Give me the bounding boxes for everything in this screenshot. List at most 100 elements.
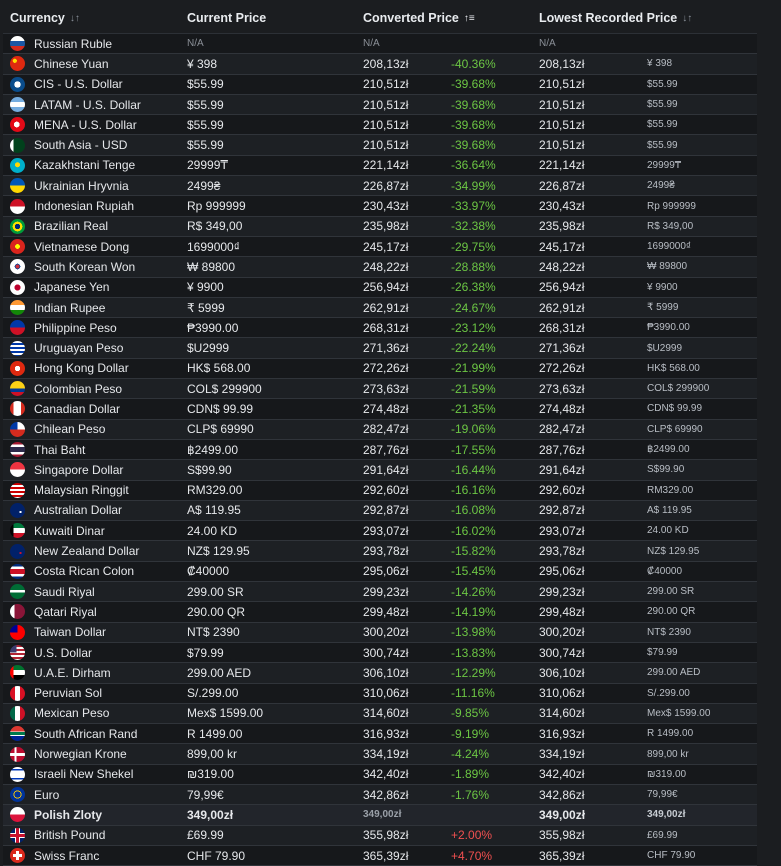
price-difference: -39.68% <box>451 97 496 112</box>
lowest-recorded-original-price: 299.00 AED <box>647 667 701 679</box>
lowest-recorded-price: 287,76zł <box>539 442 585 457</box>
lowest-recorded-price: 256,94zł <box>539 280 585 295</box>
currency-cell: New Zealand Dollar <box>3 543 183 559</box>
lowest-recorded-price-column-header[interactable]: Lowest Recorded Price ↓↑ <box>535 11 757 25</box>
converted-price: 292,60zł <box>363 483 409 498</box>
lowest-recorded-original-price: ₹ 5999 <box>647 302 679 313</box>
price-difference: -26.38% <box>451 280 496 295</box>
current-price-column-header[interactable]: Current Price <box>183 11 359 25</box>
flag-ca-icon <box>10 401 25 417</box>
converted-price: 256,94zł <box>363 280 409 295</box>
price-difference: -13.98% <box>451 625 496 640</box>
converted-price: 292,87zł <box>363 503 409 518</box>
lowest-recorded-price: 334,19zł <box>539 747 585 762</box>
current-price: 299.00 SR <box>187 584 244 599</box>
flag-cr-icon <box>10 563 25 579</box>
lowest-recorded-original-price: HK$ 568.00 <box>647 362 700 374</box>
lowest-recorded-price: 299,48zł <box>539 604 585 619</box>
currency-cell: Peruvian Sol <box>3 685 183 701</box>
currency-name: Mexican Peso <box>34 706 110 721</box>
sort-icon[interactable]: ↓↑ <box>682 13 692 24</box>
lowest-recorded-original-price: COL$ 299900 <box>647 383 710 395</box>
currency-column-header[interactable]: Currency ↓↑ <box>3 11 183 25</box>
price-difference: -1.89% <box>451 767 490 782</box>
converted-price: 349,00zł <box>363 809 402 821</box>
current-price: 79,99€ <box>187 787 224 802</box>
current-price: ₹ 5999 <box>187 300 225 315</box>
price-difference: +2.00% <box>451 828 493 843</box>
currency-name: U.A.E. Dirham <box>34 665 111 680</box>
lowest-recorded-price: 210,51zł <box>539 117 585 132</box>
currency-name: Qatari Riyal <box>34 604 97 619</box>
lowest-recorded-price: 274,48zł <box>539 401 585 416</box>
table-row: Polish Zloty 349,00zł 349,00zł 349,00zł 349,… <box>3 805 757 826</box>
flag-my-icon <box>10 482 25 498</box>
flag-latam-icon <box>10 97 25 113</box>
lowest-recorded-price: 293,07zł <box>539 523 585 538</box>
currency-cell: Qatari Riyal <box>3 604 183 620</box>
currency-name: Costa Rican Colon <box>34 564 135 579</box>
current-price: NT$ 2390 <box>187 625 240 640</box>
converted-price: 235,98zł <box>363 219 409 234</box>
currency-name: MENA - U.S. Dollar <box>34 117 137 132</box>
table-row: Kuwaiti Dinar 24.00 KD 293,07zł -16.02% 293,… <box>3 521 757 542</box>
current-price: S/.299.00 <box>187 686 239 701</box>
lowest-recorded-price: 365,39zł <box>539 848 585 863</box>
converted-price: 210,51zł <box>363 77 409 92</box>
current-price: ₡40000 <box>187 564 230 579</box>
price-difference: -1.76% <box>451 787 490 802</box>
currency-name: Thai Baht <box>34 442 86 457</box>
currency-name: Chinese Yuan <box>34 56 109 71</box>
sort-active-icon[interactable]: ↑≡ <box>464 13 475 24</box>
converted-price: 306,10zł <box>363 665 409 680</box>
flag-us-icon <box>10 645 25 661</box>
price-difference: -17.55% <box>451 442 496 457</box>
currency-name: Kuwaiti Dinar <box>34 523 105 538</box>
lowest-recorded-price: 262,91zł <box>539 300 585 315</box>
price-difference: -34.99% <box>451 178 496 193</box>
lowest-recorded-original-price: RM329.00 <box>647 484 694 496</box>
currency-cell: LATAM - U.S. Dollar <box>3 97 183 113</box>
lowest-recorded-price: 316,93zł <box>539 726 585 741</box>
current-price: Mex$ 1599.00 <box>187 706 264 721</box>
lowest-recorded-original-price: $55.99 <box>647 78 678 90</box>
table-row: Costa Rican Colon ₡40000 295,06zł -15.45% 29… <box>3 561 757 583</box>
currency-cell: Malaysian Ringgit <box>3 482 183 498</box>
converted-price: 273,63zł <box>363 381 409 396</box>
price-difference: -13.83% <box>451 645 496 660</box>
converted-price: 293,07zł <box>363 523 409 538</box>
currency-name: Canadian Dollar <box>34 401 121 416</box>
converted-price: 355,98zł <box>363 828 409 843</box>
currency-name: Euro <box>34 787 60 802</box>
lowest-recorded-price: 210,51zł <box>539 138 585 153</box>
currency-name: CIS - U.S. Dollar <box>34 77 123 92</box>
converted-price: 271,36zł <box>363 341 409 356</box>
lowest-recorded-original-price: ฿2499.00 <box>647 444 690 456</box>
currency-name: Swiss Franc <box>34 848 100 863</box>
converted-price: 210,51zł <box>363 138 409 153</box>
sort-icon[interactable]: ↓↑ <box>70 13 80 24</box>
current-price: COL$ 299900 <box>187 381 262 396</box>
lowest-recorded-original-price: S/.299.00 <box>647 687 690 699</box>
table-row: British Pound £69.99 355,98zł +2.00% 355,98z… <box>3 825 757 846</box>
currency-name: Russian Ruble <box>34 36 113 51</box>
lowest-recorded-original-price: ¥ 398 <box>647 58 673 70</box>
lowest-recorded-price: 268,31zł <box>539 320 585 335</box>
lowest-recorded-price: N/A <box>539 38 556 50</box>
converted-price: 245,17zł <box>363 239 409 254</box>
current-price: $55.99 <box>187 97 224 112</box>
currency-cell: MENA - U.S. Dollar <box>3 117 183 133</box>
currency-name: South Asia - USD <box>34 138 128 153</box>
lowest-recorded-original-price: ¥ 9900 <box>647 281 678 293</box>
converted-price-column-header[interactable]: Converted Price ↑≡ <box>359 11 535 25</box>
lowest-recorded-price: 245,17zł <box>539 239 585 254</box>
lowest-recorded-original-price: 1699000₫ <box>647 241 692 253</box>
lowest-recorded-price: 230,43zł <box>539 199 585 214</box>
flag-mena-icon <box>10 117 25 133</box>
converted-price: 210,51zł <box>363 97 409 112</box>
price-difference: -4.24% <box>451 747 490 762</box>
table-row: MENA - U.S. Dollar $55.99 210,51zł -39.68% 2… <box>3 115 757 136</box>
flag-ch-icon <box>10 848 25 864</box>
current-price: 29999₸ <box>187 158 229 173</box>
price-difference: -15.45% <box>451 564 496 579</box>
